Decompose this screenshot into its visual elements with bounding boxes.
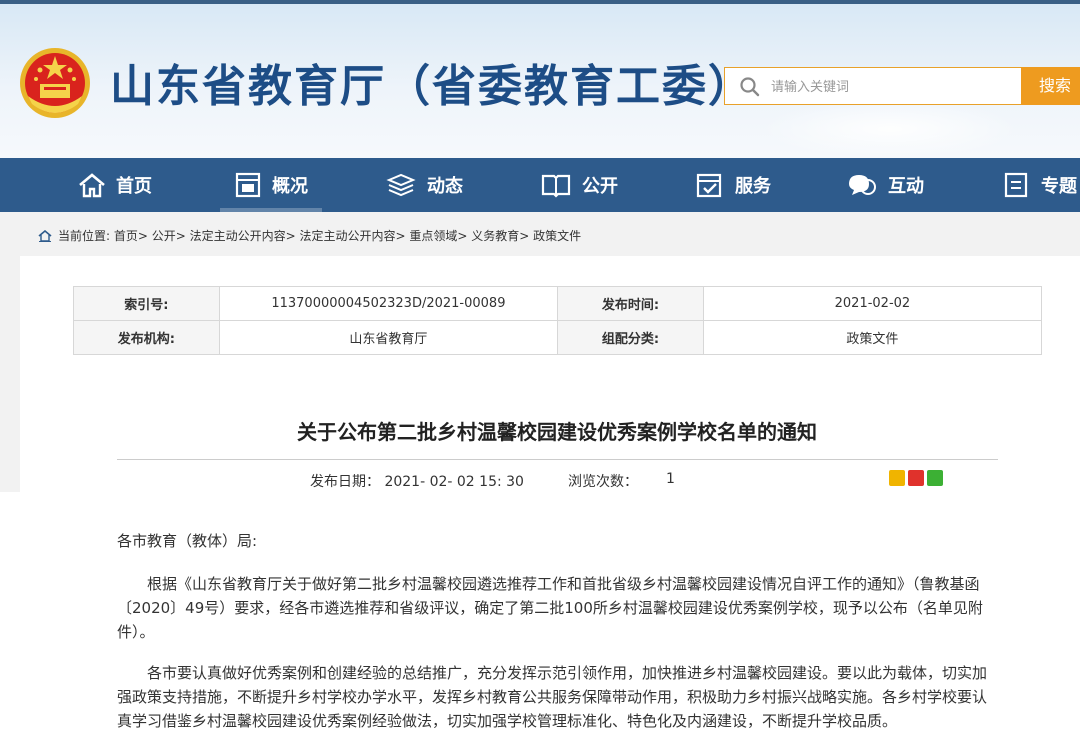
article-paragraph-2: 各市要认真做好优秀案例和创建经验的总结推广，充分发挥示范引领作用，加快推进乡村温… bbox=[117, 664, 988, 730]
search-box[interactable] bbox=[724, 67, 1022, 105]
nav-item-interact[interactable]: 互动 bbox=[846, 158, 924, 212]
views-count: 1 bbox=[666, 471, 675, 487]
document-meta-table: 索引号: 11370000004502323D/2021-00089 发布时间:… bbox=[73, 286, 1043, 355]
nav-label-topic: 专题 bbox=[1041, 176, 1077, 197]
nav-item-overview[interactable]: 概况 bbox=[220, 158, 322, 212]
publish-time-value: 2021-02-02 bbox=[702, 286, 1043, 321]
category-label: 组配分类: bbox=[557, 320, 704, 355]
nav-label-interact: 互动 bbox=[888, 176, 924, 197]
service-icon bbox=[696, 173, 722, 198]
share-bar bbox=[889, 470, 943, 486]
nav-label-service: 服务 bbox=[735, 176, 771, 197]
category-value: 政策文件 bbox=[702, 320, 1043, 355]
search-icon bbox=[740, 77, 760, 97]
search-input[interactable] bbox=[771, 76, 1011, 98]
agency-label: 发布机构: bbox=[73, 320, 220, 355]
nav-item-public[interactable]: 公开 bbox=[540, 158, 618, 212]
wechat-icon[interactable] bbox=[927, 470, 943, 486]
home-icon bbox=[79, 173, 105, 198]
article-paragraph-1: 根据《山东省教育厅关于做好第二批乡村温馨校园遴选推荐工作和首批省级乡村温馨校园建… bbox=[117, 575, 983, 641]
salutation: 各市教育（教体）局: bbox=[117, 532, 258, 550]
article-title: 关于公布第二批乡村温馨校园建设优秀案例学校名单的通知 bbox=[297, 420, 817, 444]
news-icon bbox=[386, 173, 416, 197]
left-margin bbox=[0, 212, 20, 492]
publish-time-label: 发布时间: bbox=[557, 286, 704, 321]
overview-icon bbox=[235, 172, 261, 198]
breadcrumb: 当前位置: 首页> 公开> 法定主动公开内容> 法定主动公开内容> 重点领域> … bbox=[38, 227, 581, 244]
nav-item-topic[interactable]: 专题 bbox=[1003, 158, 1077, 212]
views-label: 浏览次数： bbox=[568, 474, 638, 490]
nav-item-news[interactable]: 动态 bbox=[385, 158, 463, 212]
search-button[interactable]: 搜索 bbox=[1021, 67, 1080, 105]
home-small-icon bbox=[38, 229, 52, 242]
national-emblem-icon bbox=[20, 48, 90, 118]
nav-label-news: 动态 bbox=[427, 176, 463, 197]
breadcrumb-text[interactable]: 当前位置: 首页> 公开> 法定主动公开内容> 法定主动公开内容> 重点领域> … bbox=[58, 227, 581, 244]
site-header: 山东省教育厅（省委教育工委） 搜索 bbox=[0, 0, 1080, 158]
title-divider bbox=[117, 459, 998, 460]
publish-date: 发布日期： 2021- 02- 02 15: 30 bbox=[310, 474, 524, 490]
weibo-icon[interactable] bbox=[908, 470, 924, 486]
nav-item-home[interactable]: 首页 bbox=[78, 158, 152, 212]
qzone-icon[interactable] bbox=[889, 470, 905, 486]
agency-value: 山东省教育厅 bbox=[218, 320, 559, 355]
nav-label-public: 公开 bbox=[582, 176, 618, 197]
index-label: 索引号: bbox=[73, 286, 220, 321]
topic-icon bbox=[1004, 172, 1028, 198]
nav-label-overview: 概况 bbox=[272, 176, 308, 197]
chat-icon bbox=[849, 175, 876, 195]
nav-item-service[interactable]: 服务 bbox=[695, 158, 771, 212]
site-title: 山东省教育厅（省委教育工委） bbox=[110, 61, 754, 112]
book-icon bbox=[541, 174, 571, 198]
nav-label-home: 首页 bbox=[116, 176, 152, 197]
main-nav: 首页 概况 动态 公开 服务 互动 专题 bbox=[0, 158, 1080, 212]
index-value: 11370000004502323D/2021-00089 bbox=[218, 286, 559, 321]
header-decoration bbox=[760, 99, 1020, 158]
